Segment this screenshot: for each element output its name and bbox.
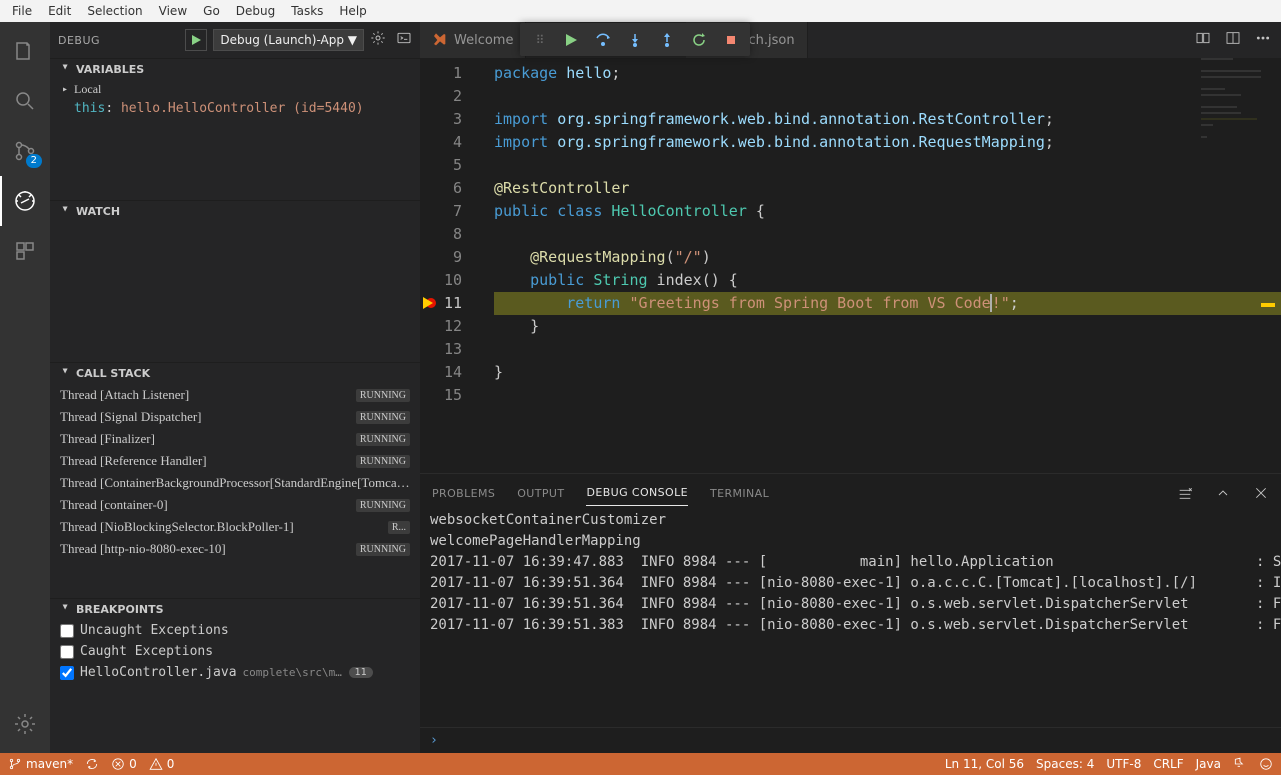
warnings-item[interactable]: 0	[149, 757, 175, 771]
breakpoint-row[interactable]: Uncaught Exceptions	[50, 620, 420, 641]
search-icon[interactable]	[0, 76, 50, 126]
debug-console-toggle-icon[interactable]	[396, 30, 412, 50]
source-control-icon[interactable]: 2	[0, 126, 50, 176]
compare-icon[interactable]	[1195, 30, 1211, 50]
panel-tab-problems[interactable]: PROBLEMS	[432, 481, 495, 506]
smiley-icon[interactable]	[1259, 757, 1273, 771]
thread-row[interactable]: Thread [container-0]RUNNING	[50, 494, 420, 516]
panel-tab-terminal[interactable]: TERMINAL	[710, 481, 769, 506]
watch-section: ▸WATCH	[50, 200, 420, 362]
breakpoint-checkbox[interactable]	[60, 666, 74, 680]
tab-label: Welcome	[454, 33, 513, 48]
breakpoint-checkbox[interactable]	[60, 645, 74, 659]
language-item[interactable]: Java	[1196, 757, 1221, 771]
thread-row[interactable]: Thread [Attach Listener]RUNNING	[50, 384, 420, 406]
panel-up-icon[interactable]	[1215, 485, 1231, 501]
step-out-button[interactable]	[652, 25, 682, 55]
debug-settings-icon[interactable]	[370, 30, 386, 50]
console-input[interactable]: ›	[420, 727, 1281, 753]
feedback-icon[interactable]	[1233, 757, 1247, 771]
menu-go[interactable]: Go	[195, 2, 228, 20]
breakpoints-header[interactable]: ▸BREAKPOINTS	[50, 599, 420, 620]
thread-row[interactable]: Thread [Finalizer]RUNNING	[50, 428, 420, 450]
menu-file[interactable]: File	[4, 2, 40, 20]
step-over-button[interactable]	[588, 25, 618, 55]
sync-item[interactable]	[85, 757, 99, 771]
toolbar-grip-icon[interactable]: ⠿	[524, 25, 554, 55]
menubar: FileEditSelectionViewGoDebugTasksHelp	[0, 0, 1281, 22]
start-debug-button[interactable]	[185, 29, 207, 51]
debug-sidebar: DEBUG Debug (Launch)-App ▼ ▸VARIABLES ▸L…	[50, 22, 420, 753]
activity-bar: 2	[0, 22, 50, 753]
debug-toolbar[interactable]: ⠿	[520, 23, 750, 56]
explorer-icon[interactable]	[0, 26, 50, 76]
eol-item[interactable]: CRLF	[1153, 757, 1183, 771]
variable-this[interactable]: this: hello.HelloController (id=5440)	[50, 99, 420, 118]
debug-console[interactable]: websocketContainerCustomizer welcomePage…	[420, 506, 1281, 727]
step-into-button[interactable]	[620, 25, 650, 55]
extensions-icon[interactable]	[0, 226, 50, 276]
bottom-panel: PROBLEMS OUTPUT DEBUG CONSOLE TERMINAL webs…	[420, 473, 1281, 753]
tabs-row: Welcome ⠿ launch.json	[420, 22, 1281, 58]
menu-edit[interactable]: Edit	[40, 2, 79, 20]
stop-button[interactable]	[716, 25, 746, 55]
vscode-icon	[432, 32, 448, 48]
variables-scope[interactable]: ▸Local	[50, 80, 420, 99]
thread-row[interactable]: Thread [Signal Dispatcher]RUNNING	[50, 406, 420, 428]
breakpoint-checkbox[interactable]	[60, 624, 74, 638]
thread-row[interactable]: Thread [NioBlockingSelector.BlockPoller-…	[50, 516, 420, 538]
thread-row[interactable]: Thread [Reference Handler]RUNNING	[50, 450, 420, 472]
menu-view[interactable]: View	[151, 2, 195, 20]
callstack-section: ▸CALL STACK Thread [Attach Listener]RUNN…	[50, 362, 420, 598]
watch-header[interactable]: ▸WATCH	[50, 201, 420, 222]
menu-debug[interactable]: Debug	[228, 2, 283, 20]
more-icon[interactable]	[1255, 30, 1271, 50]
variables-section: ▸VARIABLES ▸Local this: hello.HelloContr…	[50, 58, 420, 200]
scm-badge: 2	[26, 154, 42, 168]
restart-button[interactable]	[684, 25, 714, 55]
statusbar: maven* 0 0 Ln 11, Col 56 Spaces: 4 UTF-8…	[0, 753, 1281, 775]
split-editor-icon[interactable]	[1225, 30, 1241, 50]
tab-welcome[interactable]: Welcome	[420, 22, 526, 58]
encoding-item[interactable]: UTF-8	[1106, 757, 1141, 771]
thread-row[interactable]: Thread [ContainerBackgroundProcessor[Sta…	[50, 472, 420, 494]
branch-item[interactable]: maven*	[8, 757, 73, 771]
sidebar-title: DEBUG	[58, 34, 100, 47]
thread-row[interactable]: Thread [http-nio-8080-exec-10]RUNNING	[50, 538, 420, 560]
close-panel-icon[interactable]	[1253, 485, 1269, 501]
settings-gear-icon[interactable]	[0, 699, 50, 749]
line-col-item[interactable]: Ln 11, Col 56	[945, 757, 1024, 771]
variables-header[interactable]: ▸VARIABLES	[50, 59, 420, 80]
debug-config-select[interactable]: Debug (Launch)-App ▼	[213, 29, 364, 51]
errors-item[interactable]: 0	[111, 757, 137, 771]
continue-button[interactable]	[556, 25, 586, 55]
indent-item[interactable]: Spaces: 4	[1036, 757, 1094, 771]
clear-console-icon[interactable]	[1177, 485, 1193, 501]
menu-help[interactable]: Help	[331, 2, 374, 20]
panel-tab-output[interactable]: OUTPUT	[517, 481, 564, 506]
breakpoints-section: ▸BREAKPOINTS Uncaught ExceptionsCaught E…	[50, 598, 420, 683]
overview-ruler-marker	[1261, 303, 1275, 307]
breakpoint-row[interactable]: HelloController.javacomplete\src\mai...1…	[50, 662, 420, 683]
panel-tab-debug-console[interactable]: DEBUG CONSOLE	[586, 480, 688, 506]
menu-tasks[interactable]: Tasks	[283, 2, 331, 20]
code-editor[interactable]: 123456789101112131415 package hello;impo…	[420, 58, 1281, 473]
debug-icon[interactable]	[0, 176, 50, 226]
menu-selection[interactable]: Selection	[79, 2, 150, 20]
breakpoint-row[interactable]: Caught Exceptions	[50, 641, 420, 662]
callstack-header[interactable]: ▸CALL STACK	[50, 363, 420, 384]
